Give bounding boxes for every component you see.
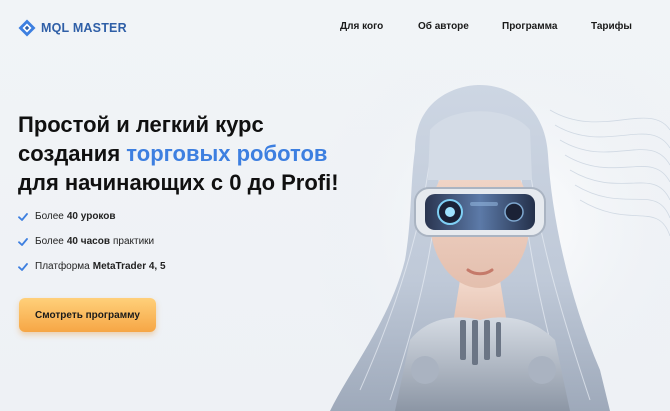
hero-title-line3: для начинающих с 0 до Profi! (18, 170, 339, 195)
hero-title-accent: торговых роботов (126, 141, 328, 166)
feature-prefix: Более (35, 211, 64, 222)
check-icon (18, 212, 28, 221)
nav-item-about-author[interactable]: Об авторе (418, 21, 469, 32)
feature-bold: 40 часов (66, 236, 110, 247)
hero-title: Простой и легкий курс создания торговых … (18, 110, 348, 197)
feature-suffix: практики (112, 236, 155, 247)
feature-bold: 40 уроков (66, 211, 116, 222)
feature-list: Более 40 уроков Более 40 часов практики Пла… (18, 210, 169, 285)
nav-item-for-whom[interactable]: Для кого (340, 21, 383, 32)
check-icon (18, 262, 28, 271)
nav-item-pricing[interactable]: Тарифы (591, 21, 632, 32)
feature-item: Платформа MetaTrader 4, 5 (18, 260, 169, 273)
feature-prefix: Платформа (35, 261, 90, 272)
view-program-button[interactable]: Смотреть программу (19, 298, 156, 332)
hero-title-line1: Простой и легкий курс (18, 112, 264, 137)
nav-item-program[interactable]: Программа (502, 21, 557, 32)
feature-bold: MetaTrader 4, 5 (92, 261, 166, 272)
feature-item: Более 40 часов практики (18, 235, 169, 248)
header: MQL MASTER Для кого Об авторе Программа … (0, 0, 670, 56)
landing-page: MQL MASTER Для кого Об авторе Программа … (0, 0, 670, 411)
feature-prefix: Более (35, 236, 64, 247)
feature-item: Более 40 уроков (18, 210, 169, 223)
check-icon (18, 237, 28, 246)
hero-title-line2-start: создания (18, 141, 127, 166)
hero-illustration (320, 70, 670, 411)
main-nav: Для кого Об авторе Программа Тарифы (0, 21, 670, 35)
